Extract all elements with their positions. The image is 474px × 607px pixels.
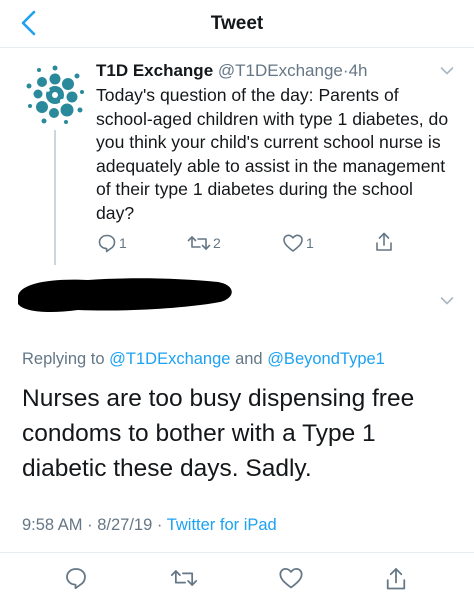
tweet-text: Nurses are too busy dispensing free cond… — [22, 385, 415, 482]
reply-button[interactable]: 1 — [97, 233, 127, 253]
replying-to-line: Replying to @T1DExchange and @BeyondType… — [22, 350, 385, 369]
page-title: Tweet — [210, 13, 264, 34]
avatar[interactable] — [22, 62, 88, 128]
tweet-time: 9:58 AM — [22, 516, 83, 534]
mention-link[interactable]: @BeyondType1 — [267, 350, 385, 368]
dot-separator: · — [87, 516, 93, 534]
thread-line — [54, 130, 56, 265]
chevron-down-icon[interactable] — [440, 296, 454, 306]
retweet-button[interactable] — [170, 566, 198, 590]
retweet-count: 2 — [213, 235, 221, 251]
reply-icon — [66, 568, 86, 590]
chevron-down-icon[interactable] — [440, 66, 454, 76]
navigation-bar: Tweet — [0, 0, 474, 48]
reply-count: 1 — [119, 235, 127, 251]
like-count: 1 — [306, 235, 314, 251]
share-button[interactable] — [374, 231, 394, 253]
parent-tweet[interactable]: T1D Exchange @T1DExchange·4h Today's que… — [96, 60, 456, 225]
t1d-exchange-logo-icon — [24, 64, 86, 126]
reply-button[interactable] — [64, 566, 88, 590]
divider — [0, 552, 474, 553]
tweet-date: 8/27/19 — [97, 516, 153, 534]
dot-separator: · — [156, 516, 163, 534]
share-icon — [376, 232, 392, 251]
tweet-text: Today's question of the day: Parents of … — [96, 85, 449, 223]
like-button[interactable] — [278, 566, 304, 590]
replying-prefix: Replying to — [22, 350, 105, 368]
retweet-button[interactable]: 2 — [187, 233, 221, 253]
tweet-meta: 9:58 AM · 8/27/19 · Twitter for iPad — [22, 516, 277, 535]
tweet-header: T1D Exchange @T1DExchange·4h — [96, 60, 456, 82]
tweet-time: 4h — [348, 61, 368, 80]
retweet-icon — [187, 236, 211, 250]
mention-link[interactable]: @T1DExchange — [109, 350, 230, 368]
like-icon — [279, 568, 303, 589]
display-name[interactable]: T1D Exchange — [96, 61, 213, 80]
like-icon — [283, 234, 303, 252]
share-icon — [386, 568, 406, 590]
like-button[interactable]: 1 — [282, 233, 314, 253]
tweet-source[interactable]: Twitter for iPad — [167, 516, 277, 534]
share-button[interactable] — [384, 566, 408, 592]
reply-icon — [98, 234, 116, 253]
retweet-icon — [170, 570, 198, 586]
user-handle[interactable]: @T1DExchange — [218, 61, 343, 80]
redacted-author-name — [18, 278, 232, 312]
replying-and: and — [235, 350, 263, 368]
